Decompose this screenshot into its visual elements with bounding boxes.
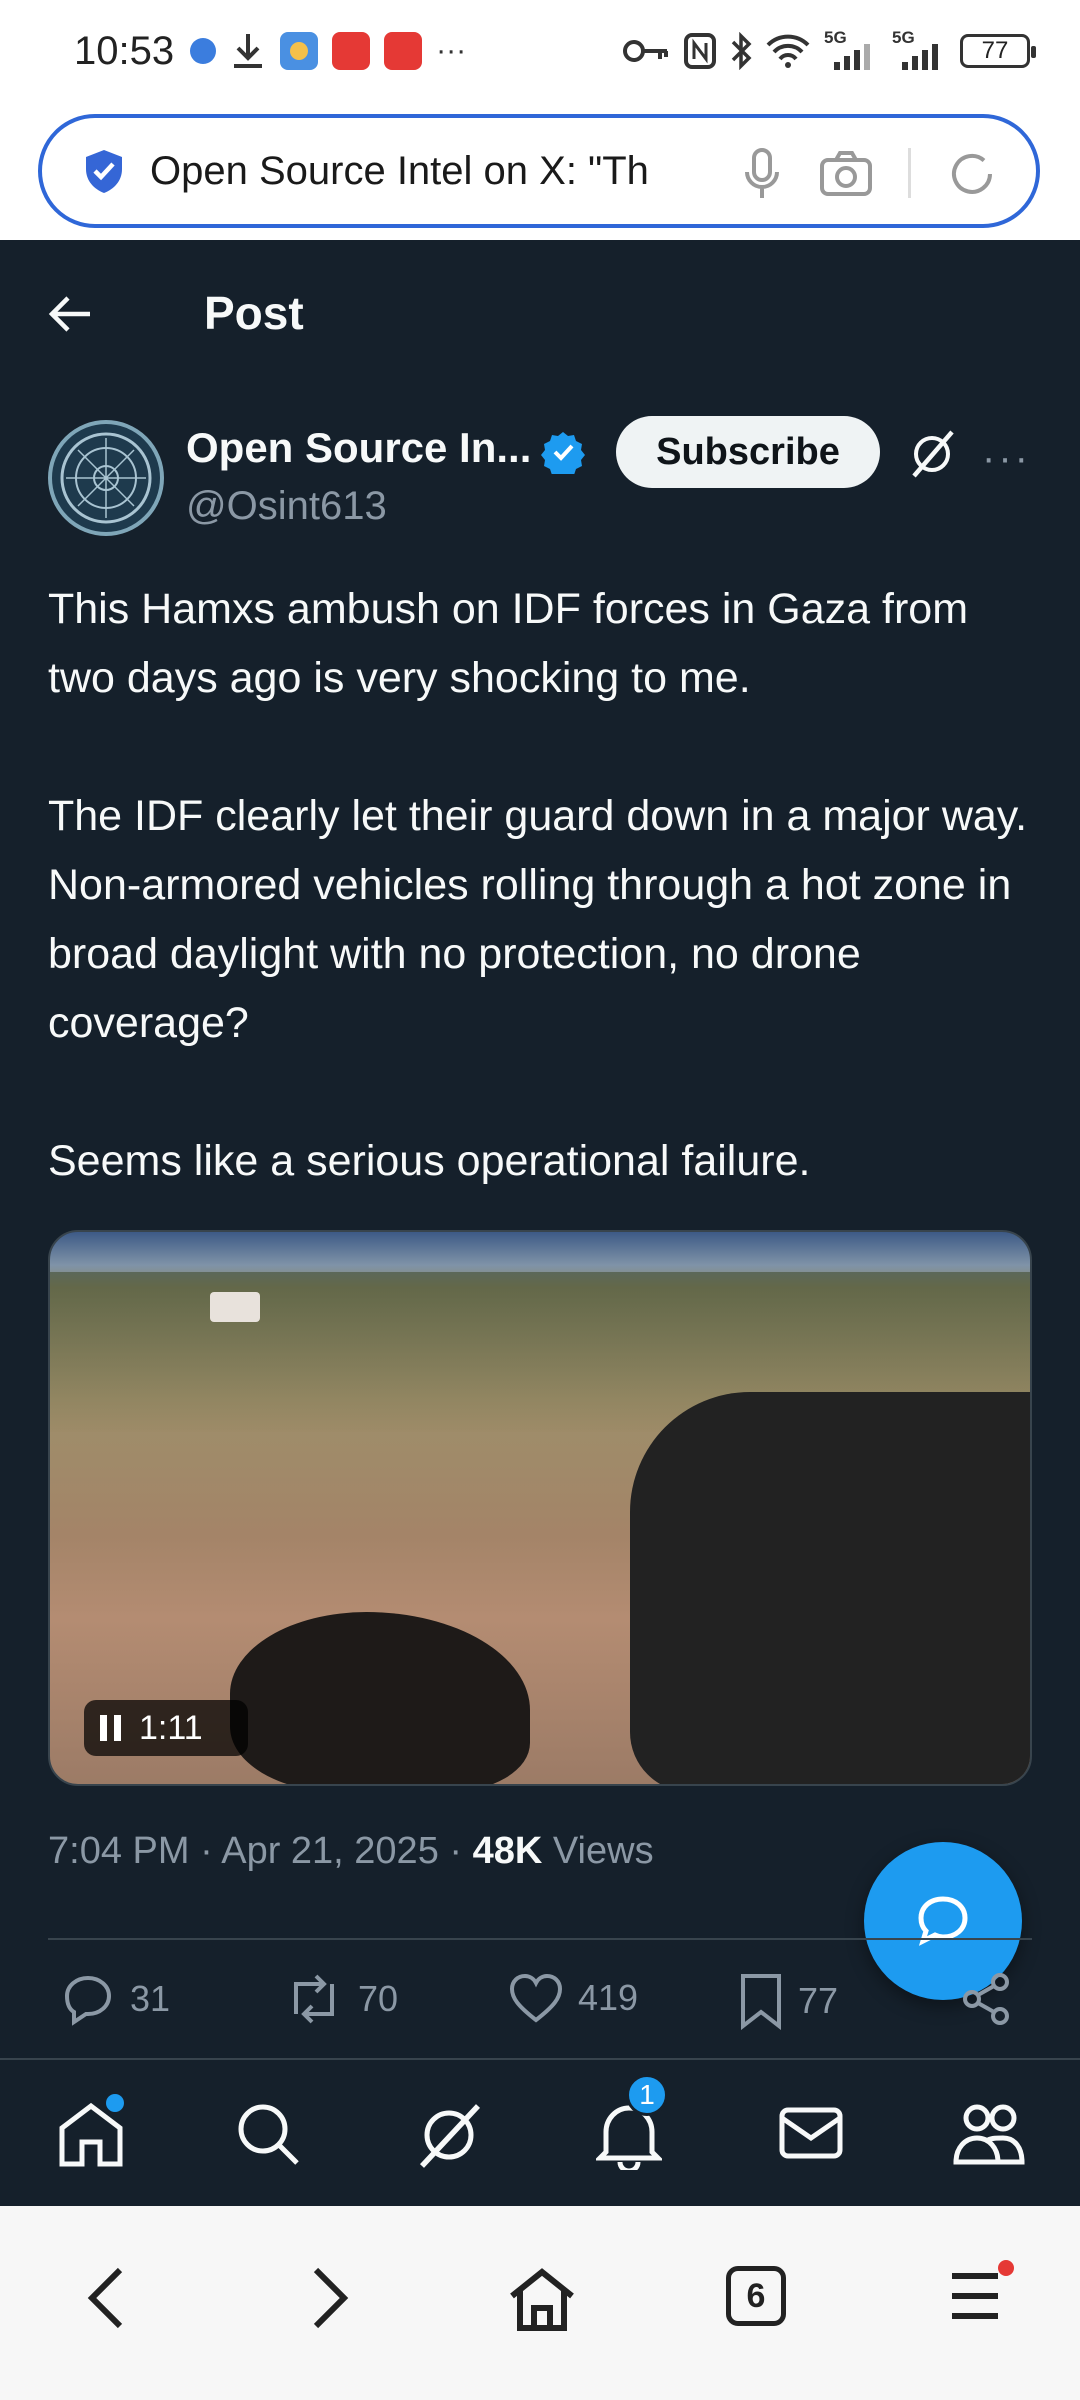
key-icon — [623, 40, 668, 62]
author-handle[interactable]: @Osint613 — [186, 484, 387, 529]
tab-home[interactable] — [56, 2094, 126, 2173]
download-icon — [234, 34, 263, 68]
author-name[interactable]: Open Source In... — [186, 424, 531, 472]
grok-icon[interactable] — [908, 428, 956, 480]
nfc-icon — [684, 33, 716, 69]
subscribe-button[interactable]: Subscribe — [616, 416, 880, 488]
tab-communities[interactable] — [952, 2100, 1026, 2173]
mail-icon — [779, 2107, 843, 2159]
avatar[interactable] — [48, 420, 164, 536]
video-duration-badge[interactable]: 1:11 — [84, 1700, 248, 1756]
home-unread-dot — [106, 2094, 124, 2112]
reply-count: 31 — [130, 1978, 171, 2019]
menu-notification-dot — [998, 2260, 1014, 2276]
reply-button[interactable]: 31 — [62, 1972, 170, 2026]
menu-icon[interactable] — [948, 2266, 1002, 2326]
shopping-app-icon — [332, 32, 371, 70]
share-icon — [963, 1973, 1009, 2025]
x-post-view: Post Open Source In... @Osint613 Subscri… — [0, 240, 1080, 2206]
reply-icon — [64, 1975, 112, 2026]
post-text: This Hamxs ambush on IDF forces in Gaza … — [48, 585, 1028, 1185]
tab-messages[interactable] — [778, 2100, 844, 2171]
tab-notifications[interactable]: 1 — [593, 2074, 668, 2175]
post-date[interactable]: Apr 21, 2025 — [221, 1830, 439, 1872]
shopping-app-icon-2 — [384, 32, 423, 70]
toolbar-divider — [908, 148, 911, 198]
verified-badge-icon — [541, 432, 585, 474]
divider — [48, 1938, 1032, 1940]
reload-icon[interactable] — [946, 146, 998, 202]
more-options-icon[interactable]: ··· — [982, 436, 1031, 481]
bookmark-count: 77 — [798, 1980, 839, 2021]
app-notification-icon — [190, 38, 217, 64]
meta-separator: · — [200, 1830, 213, 1872]
address-bar[interactable]: Open Source Intel on X: "Th — [38, 114, 1040, 228]
grok-icon — [419, 2104, 481, 2168]
repost-icon — [294, 1974, 334, 2024]
status-time: 10:53 — [74, 28, 175, 73]
signal-icon-1: 5G — [824, 28, 878, 70]
video-frame-flag — [210, 1292, 260, 1322]
status-bar: 10:53 ··· 5G 5G 77 — [0, 0, 1080, 102]
back-arrow-icon[interactable] — [46, 290, 94, 338]
post-actions: 31 70 419 77 — [48, 1972, 1048, 2042]
wifi-icon — [766, 34, 810, 68]
views-label: Views — [552, 1830, 654, 1872]
signal-icon-2: 5G — [892, 28, 946, 70]
author-row: Open Source In... @Osint613 Subscribe ··… — [48, 416, 1048, 550]
post-header: Post — [0, 240, 1080, 390]
tab-grok[interactable] — [414, 2100, 484, 2175]
back-icon[interactable] — [86, 2266, 126, 2330]
browser-nav-bar: 6 — [0, 2206, 1080, 2400]
repost-count: 70 — [358, 1978, 399, 2019]
views-count: 48K — [472, 1830, 543, 1872]
heart-icon — [509, 1973, 563, 2023]
camera-icon[interactable] — [818, 146, 874, 202]
search-icon — [238, 2104, 299, 2165]
bluetooth-icon — [731, 32, 752, 70]
x-tab-bar: 1 — [0, 2058, 1080, 2206]
browser-toolbar: Open Source Intel on X: "Th — [0, 102, 1080, 240]
bookmark-button[interactable]: 77 — [738, 1972, 838, 2030]
meta-separator: · — [449, 1830, 463, 1872]
notification-icons: ··· — [190, 32, 466, 70]
tab-search[interactable] — [234, 2100, 302, 2173]
osint-logo-icon — [60, 432, 152, 524]
like-count: 419 — [578, 1977, 639, 2018]
shield-icon — [86, 150, 122, 193]
home-icon[interactable] — [506, 2266, 578, 2334]
system-icons: 5G 5G 77 — [622, 28, 1036, 70]
reply-bubble-icon — [918, 1896, 968, 1946]
video-frame-object — [630, 1392, 1030, 1784]
battery-level: 77 — [981, 37, 1009, 64]
microphone-icon[interactable] — [742, 146, 782, 202]
url-text[interactable]: Open Source Intel on X: "Th — [150, 149, 690, 194]
more-notifications-icon: ··· — [436, 34, 467, 67]
weather-app-icon — [280, 32, 319, 70]
like-button[interactable]: 419 — [508, 1972, 638, 2024]
communities-icon — [953, 2104, 1025, 2165]
battery-indicator: 77 — [960, 34, 1036, 68]
repost-button[interactable]: 70 — [284, 1972, 398, 2026]
tab-count: 6 — [746, 2276, 766, 2315]
video-player[interactable]: 1:11 — [48, 1230, 1032, 1786]
page-title: Post — [204, 287, 304, 339]
video-duration: 1:11 — [139, 1708, 203, 1747]
pause-icon[interactable] — [100, 1715, 121, 1741]
post-meta: 7:04 PM · Apr 21, 2025 · 48K Views — [48, 1830, 654, 1873]
tab-switcher-button[interactable]: 6 — [726, 2266, 786, 2326]
bookmark-icon — [741, 1974, 781, 2030]
share-button[interactable] — [960, 1972, 1014, 2026]
video-frame-shadow — [230, 1612, 530, 1784]
forward-icon[interactable] — [310, 2266, 350, 2330]
notifications-badge: 1 — [626, 2074, 668, 2116]
post-time[interactable]: 7:04 PM — [48, 1830, 190, 1872]
